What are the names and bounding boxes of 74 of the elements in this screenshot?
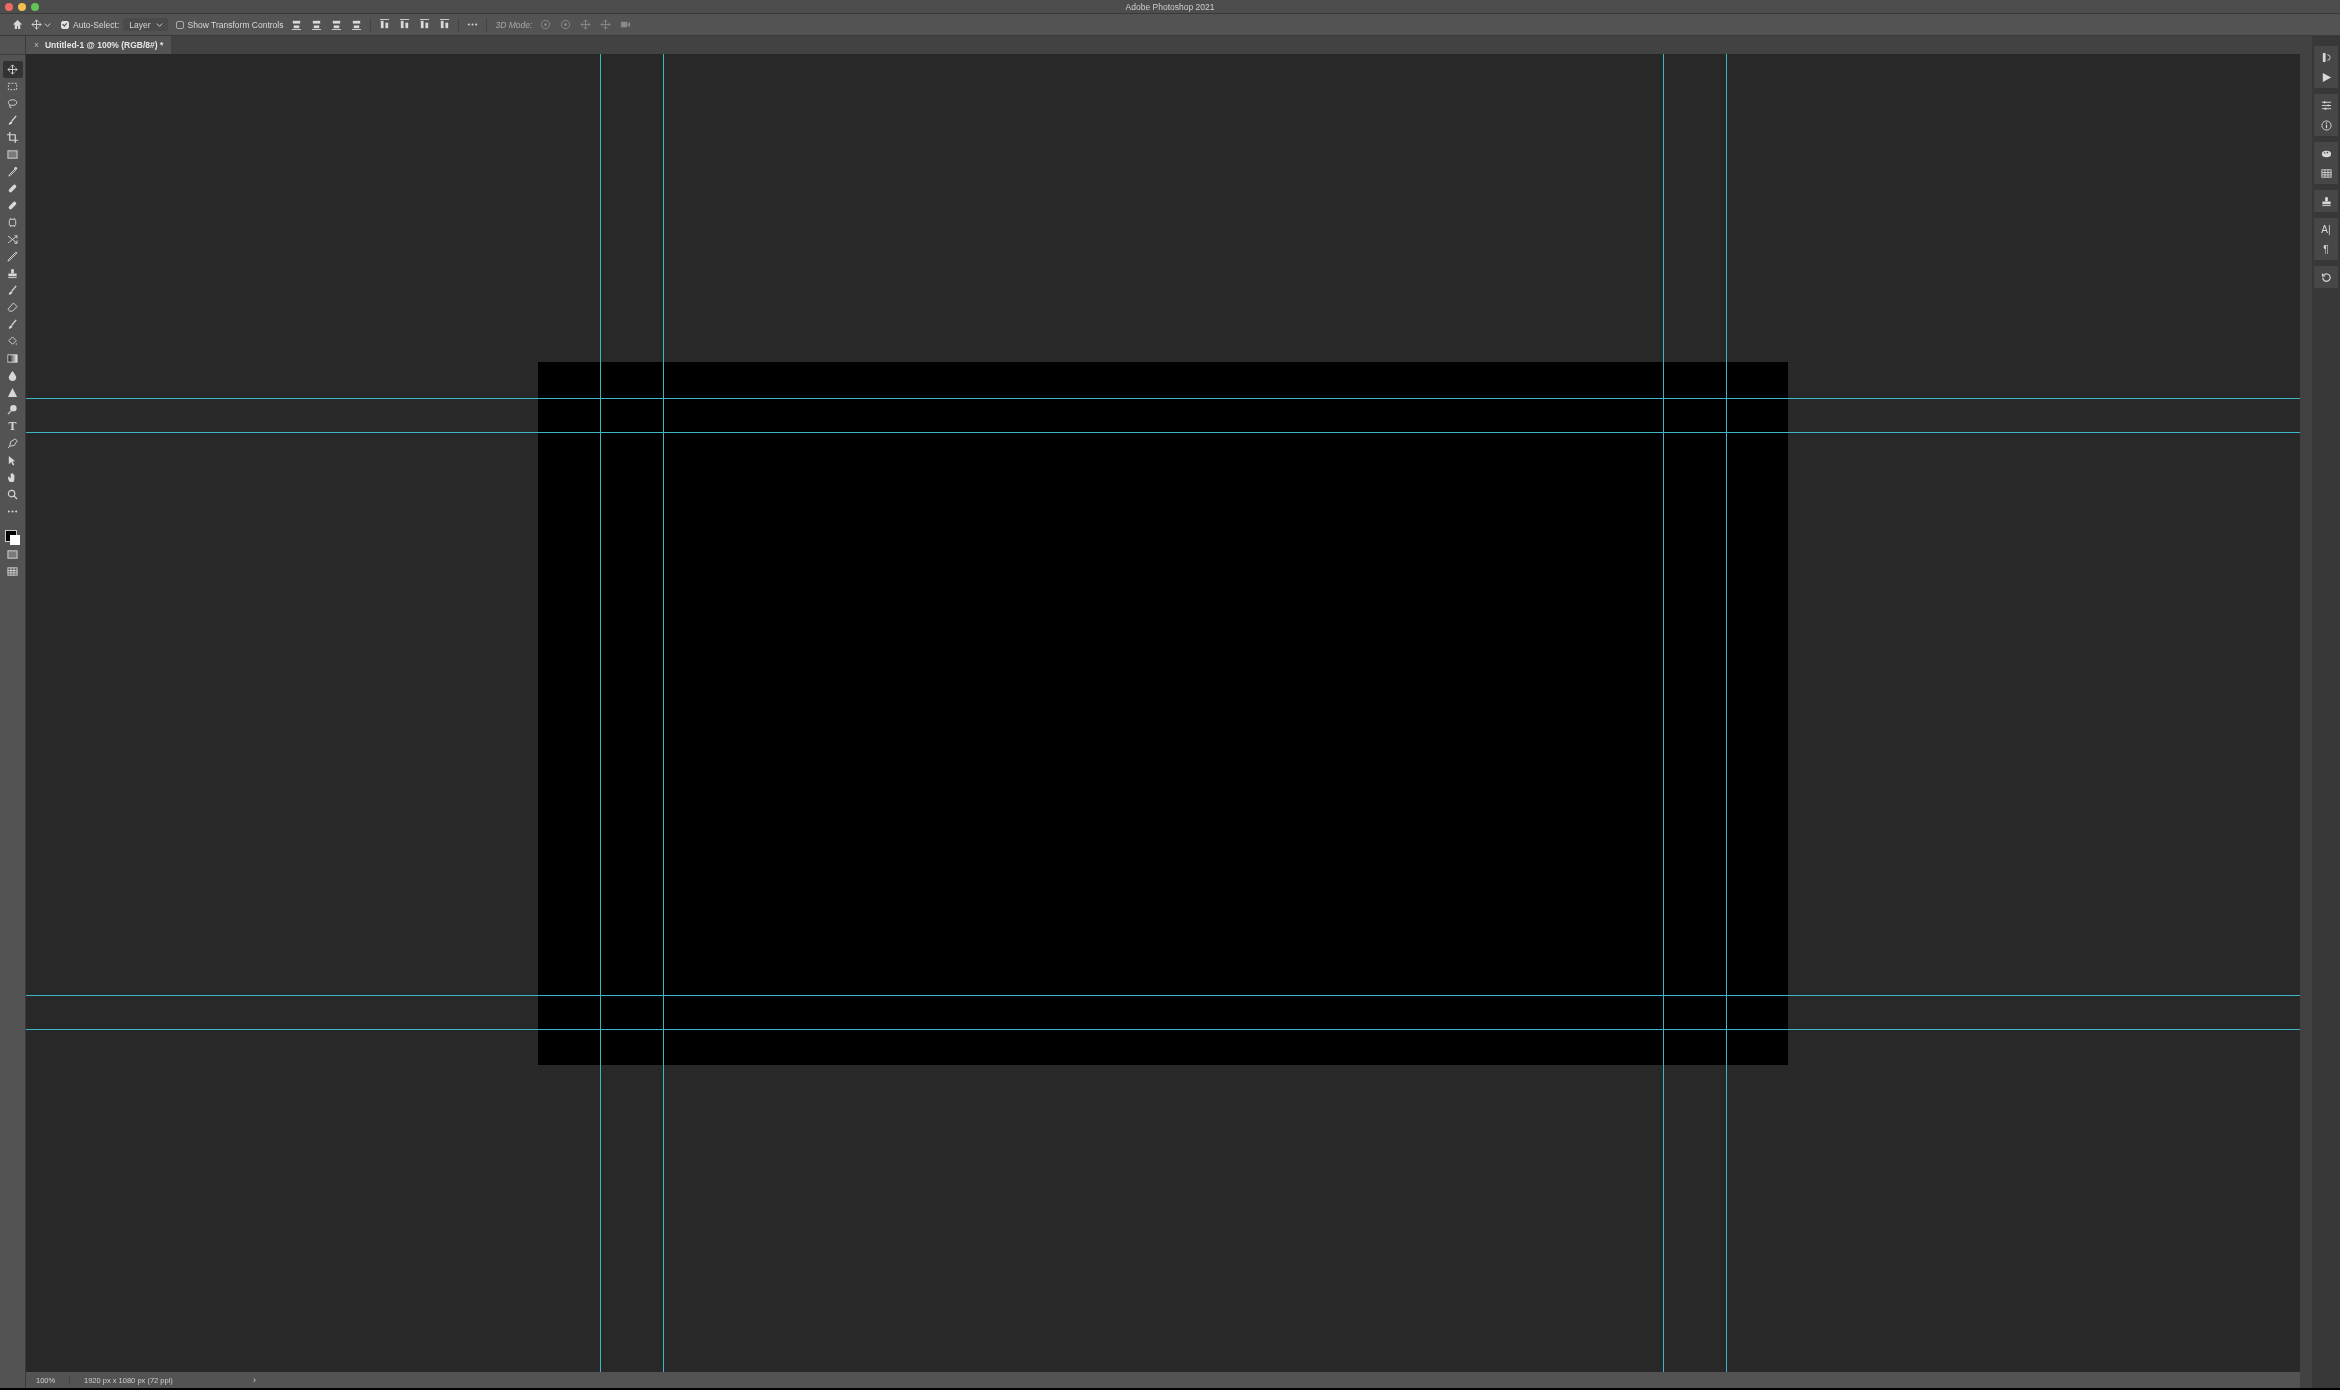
move-icon xyxy=(7,64,18,75)
dashed-rectangle-icon xyxy=(7,81,18,92)
drop-icon xyxy=(7,370,18,381)
crop-icon xyxy=(7,132,18,143)
3d-mode-label: 3D Mode: xyxy=(495,19,533,30)
align-button[interactable] xyxy=(311,19,323,30)
brush-icon xyxy=(7,285,18,296)
home-button[interactable] xyxy=(12,19,23,30)
brush-icon xyxy=(7,115,18,126)
distribute-button[interactable] xyxy=(419,19,431,30)
triangle-icon xyxy=(7,387,18,398)
history-icon xyxy=(2320,271,2332,283)
align-icon xyxy=(291,19,303,30)
window-title: Adobe Photoshop 2021 xyxy=(1125,1,1215,12)
close-button[interactable] xyxy=(5,3,13,11)
rectangle-icon xyxy=(7,549,18,560)
rectangle-icon xyxy=(7,149,18,160)
brush-icon xyxy=(7,319,18,330)
pen-icon xyxy=(7,438,18,449)
grid-icon xyxy=(2320,167,2332,179)
checkbox[interactable] xyxy=(175,20,184,29)
tool-button[interactable]: T xyxy=(2,418,23,435)
bandage-icon xyxy=(7,200,18,211)
sliders-icon xyxy=(2320,99,2332,111)
lasso-icon xyxy=(7,98,18,109)
minimize-button[interactable] xyxy=(18,3,26,11)
document-title: Untitled-1 @ 100% (RGB/8#) * xyxy=(44,40,164,50)
panel-button[interactable]: A| xyxy=(2318,222,2334,236)
move-icon xyxy=(600,19,612,30)
document-tab[interactable]: × Untitled-1 @ 100% (RGB/8#) * xyxy=(26,36,172,54)
move-icon xyxy=(31,19,42,30)
transform-controls-label: Show Transform Controls xyxy=(187,19,284,30)
play-icon xyxy=(2320,71,2332,83)
panel-button[interactable] xyxy=(2318,166,2334,180)
camera-icon xyxy=(620,19,632,30)
distribute-icon xyxy=(439,19,451,30)
auto-select-label: Auto-Select: xyxy=(73,19,120,30)
align-button[interactable] xyxy=(351,19,363,30)
tool-button[interactable] xyxy=(2,61,23,78)
panel-button[interactable]: ¶ xyxy=(2318,242,2334,256)
background-color-swatch[interactable] xyxy=(9,535,20,545)
stamp-icon xyxy=(7,268,18,279)
gradient-icon xyxy=(7,353,18,364)
align-button[interactable] xyxy=(331,19,343,30)
align-icon xyxy=(311,19,323,30)
eraser-icon xyxy=(7,302,18,313)
orbit-icon xyxy=(540,19,552,30)
align-button[interactable] xyxy=(291,19,303,30)
status-menu-button[interactable]: › xyxy=(249,1375,260,1385)
distribute-button[interactable] xyxy=(379,19,391,30)
layer-dropdown[interactable]: Layer xyxy=(123,18,168,31)
paint-bucket-icon xyxy=(7,336,18,347)
eyedropper-icon xyxy=(7,166,18,177)
zoom-button[interactable] xyxy=(31,3,39,11)
stamp-icon xyxy=(2320,195,2332,207)
distribute-button[interactable] xyxy=(439,19,451,30)
crossed-arrows-icon xyxy=(7,234,18,245)
grid-icon xyxy=(7,566,18,577)
tool-preset-button[interactable] xyxy=(31,19,53,30)
distribute-icon xyxy=(419,19,431,30)
distribute-icon xyxy=(399,19,411,30)
bandage-icon xyxy=(7,183,18,194)
move-icon xyxy=(580,19,592,30)
close-tab-button[interactable]: × xyxy=(34,40,39,50)
align-icon xyxy=(331,19,343,30)
distribute-icon xyxy=(379,19,391,30)
orbit-icon xyxy=(560,19,572,30)
info-icon xyxy=(2320,119,2332,131)
zoom-icon xyxy=(7,489,18,500)
pencil-icon xyxy=(7,251,18,262)
panel-button[interactable] xyxy=(2318,118,2334,132)
home-icon xyxy=(12,19,23,30)
distribute-button[interactable] xyxy=(399,19,411,30)
align-icon xyxy=(351,19,363,30)
